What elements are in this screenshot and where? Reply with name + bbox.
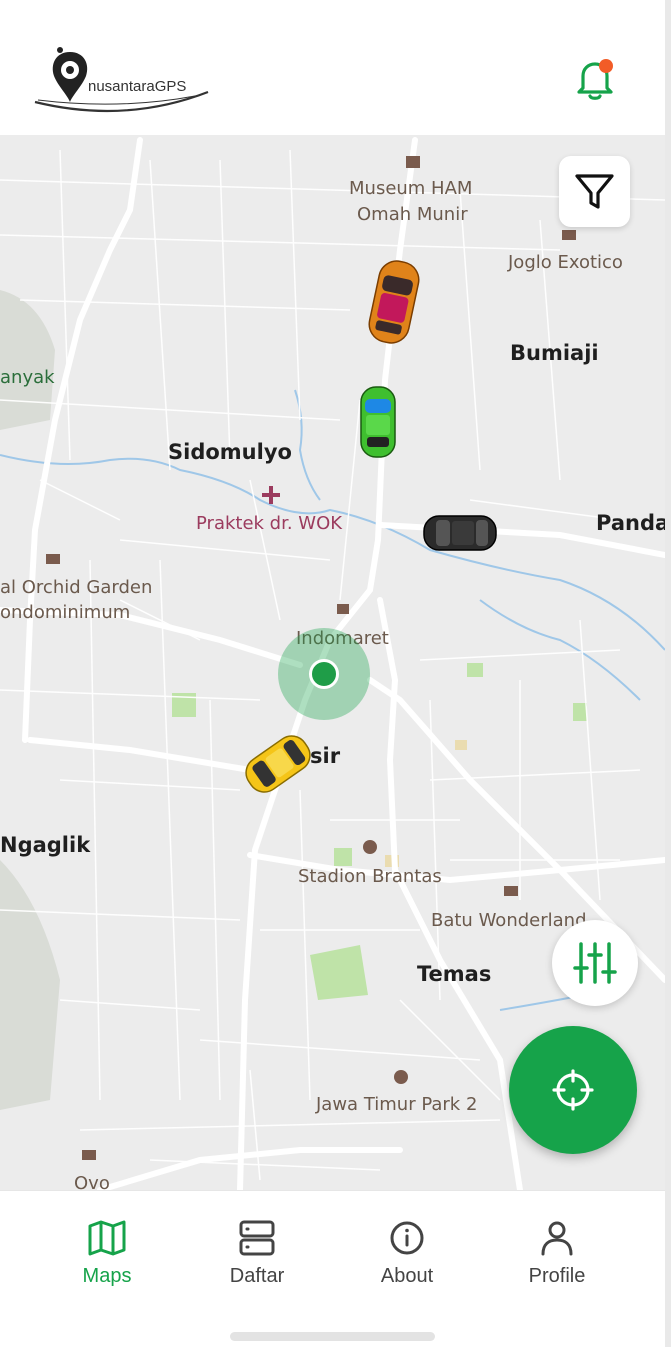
user-icon: [541, 1221, 573, 1256]
nav-item-about[interactable]: About: [347, 1219, 467, 1288]
place-label-museum-sub: Omah Munir: [357, 204, 468, 225]
nav-label-about: About: [380, 1265, 434, 1287]
user-location-dot: [309, 659, 339, 689]
place-label-praktek: Praktek dr. WOK: [196, 513, 343, 534]
place-label-orchid-sub: ondominimum: [0, 602, 131, 623]
nav-item-maps[interactable]: Maps: [47, 1219, 167, 1288]
vehicle-marker-green[interactable]: [358, 385, 398, 463]
place-label-batu: Batu Wonderland: [431, 910, 587, 931]
vehicle-marker-yellow[interactable]: [240, 732, 316, 800]
sliders-icon: [573, 942, 617, 984]
nav-item-profile[interactable]: Profile: [497, 1219, 617, 1288]
brand-name: nusantaraGPS: [88, 78, 187, 95]
funnel-icon: [575, 174, 614, 209]
map-settings-button[interactable]: [552, 920, 638, 1006]
user-location-marker: [278, 628, 370, 720]
locate-me-button[interactable]: [509, 1026, 637, 1154]
map-icon: [88, 1220, 126, 1256]
app-header: nusantaraGPS: [0, 0, 665, 136]
notification-button[interactable]: [572, 56, 618, 102]
vehicle-marker-orange[interactable]: [368, 259, 420, 349]
place-label-orchid: al Orchid Garden: [0, 577, 153, 598]
nav-label-daftar: Daftar: [229, 1265, 285, 1287]
nav-label-maps: Maps: [82, 1265, 132, 1287]
place-label-jatim-park: Jawa Timur Park 2: [316, 1094, 478, 1115]
nav-item-daftar[interactable]: Daftar: [197, 1219, 317, 1288]
notification-dot: [599, 59, 613, 73]
bottom-navigation: Maps Daftar About Profile: [0, 1190, 665, 1348]
place-label-stadion: Stadion Brantas: [298, 866, 442, 887]
crosshair-icon: [552, 1069, 594, 1111]
place-label-bumiaji: Bumiaji: [510, 341, 599, 365]
place-label-ngaglik: Ngaglik: [0, 833, 91, 857]
window-edge: [665, 0, 671, 1347]
home-indicator: [230, 1332, 435, 1341]
place-label-anyak: anyak: [0, 367, 55, 388]
place-label-sidomulyo: Sidomulyo: [168, 440, 292, 464]
brand-logo: nusantaraGPS: [30, 40, 220, 120]
nav-label-profile: Profile: [528, 1265, 586, 1287]
place-label-temas: Temas: [417, 962, 492, 986]
vehicle-marker-black[interactable]: [422, 513, 498, 557]
place-label-museum: Museum HAM: [349, 178, 473, 199]
place-label-panda: Panda: [596, 511, 665, 535]
filter-button[interactable]: [559, 156, 630, 227]
place-label-ovo: Ovo: [74, 1173, 110, 1190]
server-icon: [239, 1220, 275, 1256]
place-label-joglo: Joglo Exotico: [508, 252, 623, 273]
info-icon: [390, 1221, 424, 1255]
bell-icon: [577, 59, 613, 100]
